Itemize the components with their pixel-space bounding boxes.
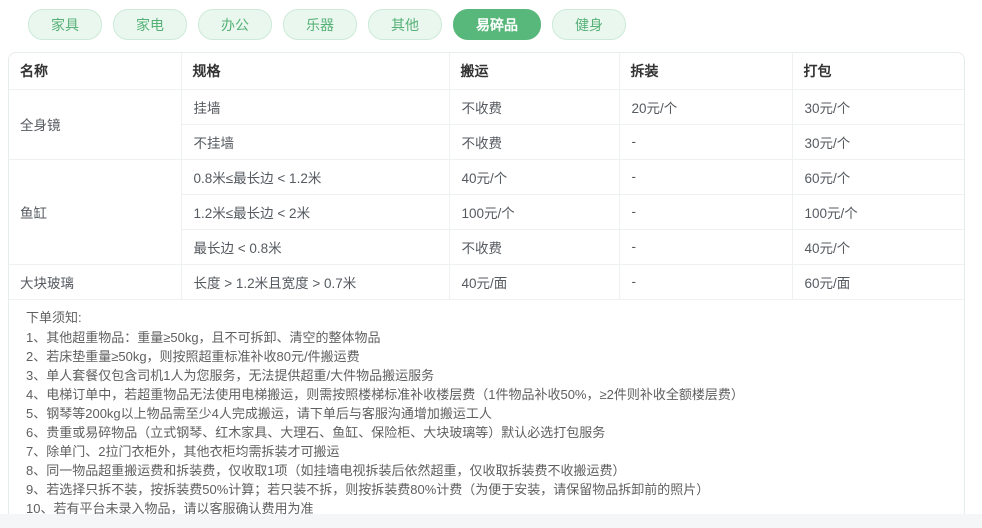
note-item: 7、除单门、2拉门衣柜外，其他衣柜均需拆装才可搬运 (26, 443, 340, 459)
note-item: 9、若选择只拆不装，按拆装费50%计算；若只装不拆，则按拆装费80%计费（为便于… (26, 481, 710, 497)
spec-cell: 最长边 < 0.8米 (181, 229, 450, 265)
price-cell: 100元/个 (449, 194, 620, 230)
category-tab-4[interactable]: 其他 (368, 9, 442, 40)
column-header: 拆装 (619, 53, 793, 90)
note-item: 4、电梯订单中，若超重物品无法使用电梯搬运，则需按照楼梯标准补收楼层费（1件物品… (26, 386, 744, 402)
item-name-cell: 全身镜 (9, 89, 182, 160)
order-notes: 下单须知: 1、其他超重物品：重量≥50kg，且不可拆卸、清空的整体物品 2、若床… (9, 300, 964, 528)
price-cell: - (619, 264, 793, 300)
category-tab-5-active[interactable]: 易碎品 (453, 9, 541, 40)
note-item: 1、其他超重物品：重量≥50kg，且不可拆卸、清空的整体物品 (26, 329, 381, 345)
category-tab-3[interactable]: 乐器 (283, 9, 357, 40)
column-header: 规格 (181, 53, 450, 90)
price-cell: 30元/个 (792, 124, 964, 160)
price-cell: 30元/个 (792, 89, 964, 125)
pricing-table: 名称 规格 搬运 拆装 打包 全身镜 挂墙 不收费 20元/个 30元/个 不挂墙 不收费 -30元/… (9, 53, 964, 300)
category-tab-bar: 家具 家电 办公 乐器 其他 易碎品 健身 (0, 0, 982, 52)
category-tab-2[interactable]: 办公 (198, 9, 272, 40)
price-cell: 40元/个 (449, 159, 620, 195)
pricing-panel: 名称 规格 搬运 拆装 打包 全身镜 挂墙 不收费 20元/个 30元/个 不挂墙 不收费 -30元/… (8, 52, 965, 528)
price-cell: - (619, 194, 793, 230)
spec-cell: 不挂墙 (181, 124, 450, 160)
table-row: 全身镜 挂墙 不收费 20元/个 30元/个 (9, 89, 964, 160)
note-item: 2、若床垫重量≥50kg，则按照超重标准补收80元/件搬运费 (26, 348, 360, 364)
column-header: 名称 (9, 53, 182, 90)
note-item: 3、单人套餐仅包含司机1人为您服务，无法提供超重/大件物品搬运服务 (26, 367, 435, 383)
table-row: 鱼缸 0.8米≤最长边 < 1.2米 40元/个 -60元/个 (9, 159, 964, 265)
price-cell: - (619, 229, 793, 265)
item-name-cell: 鱼缸 (9, 159, 182, 265)
spec-cell: 长度 > 1.2米且宽度 > 0.7米 (181, 264, 450, 300)
spec-cell: 挂墙 (181, 89, 450, 125)
item-name-cell: 大块玻璃 (9, 264, 182, 300)
price-cell: 40元/面 (449, 264, 620, 300)
price-cell: 不收费 (449, 124, 620, 160)
note-item: 8、同一物品超重搬运费和拆装费，仅收取1项（如挂墙电视拆装后依然超重，仅收取拆装… (26, 462, 626, 478)
notes-list: 1、其他超重物品：重量≥50kg，且不可拆卸、清空的整体物品 2、若床垫重量≥50… (26, 328, 948, 518)
category-tab-6[interactable]: 健身 (552, 9, 626, 40)
page-background-strip (0, 514, 982, 528)
price-cell: 60元/个 (792, 159, 964, 195)
price-cell: 100元/个 (792, 194, 964, 230)
notes-title: 下单须知: (26, 309, 82, 325)
table-row: 大块玻璃 长度 > 1.2米且宽度 > 0.7米 40元/面 -60元/面 (9, 264, 964, 300)
spec-cell: 1.2米≤最长边 < 2米 (181, 194, 450, 230)
price-cell: 不收费 (449, 229, 620, 265)
category-tab-1[interactable]: 家电 (113, 9, 187, 40)
table-header-row: 名称 规格 搬运 拆装 打包 (9, 53, 964, 90)
pricing-page: 家具 家电 办公 乐器 其他 易碎品 健身 名称 规格 搬运 拆装 打包 全身镜 挂墙 不收费 20元/个… (0, 0, 982, 528)
price-cell: 60元/面 (792, 264, 964, 300)
price-cell: 40元/个 (792, 229, 964, 265)
price-cell: - (619, 159, 793, 195)
note-item: 5、钢琴等200kg以上物品需至少4人完成搬运，请下单后与客服沟通增加搬运工人 (26, 405, 492, 421)
price-cell: 20元/个 (619, 89, 793, 125)
price-cell: 不收费 (449, 89, 620, 125)
category-tab-0[interactable]: 家具 (28, 9, 102, 40)
column-header: 搬运 (449, 53, 620, 90)
column-header: 打包 (792, 53, 964, 90)
price-cell: - (619, 124, 793, 160)
spec-cell: 0.8米≤最长边 < 1.2米 (181, 159, 450, 195)
note-item: 6、贵重或易碎物品（立式钢琴、红木家具、大理石、鱼缸、保险柜、大块玻璃等）默认必… (26, 424, 606, 440)
